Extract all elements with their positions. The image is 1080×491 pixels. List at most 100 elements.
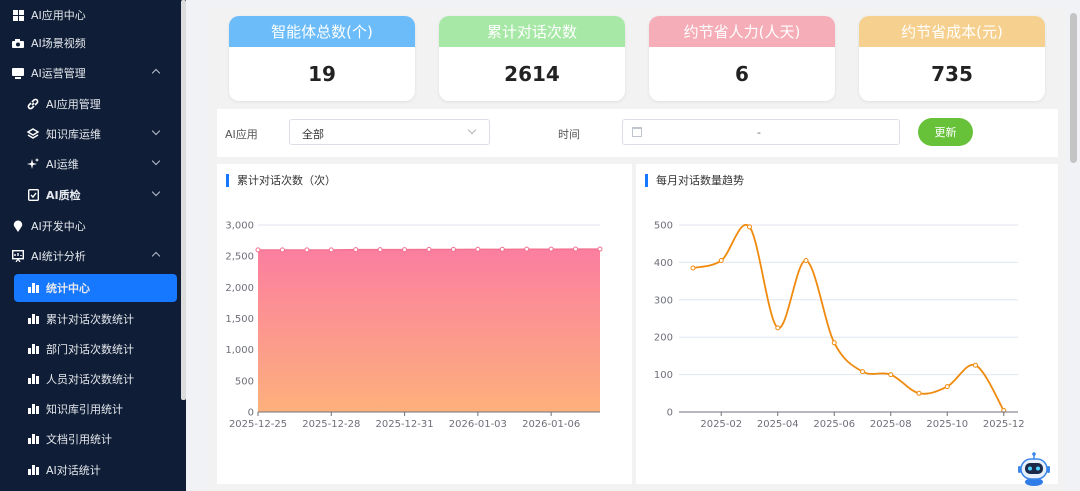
data-point — [690, 265, 696, 271]
y-tick-label: 0 — [667, 408, 673, 419]
x-tick-label: 2025-12 — [983, 419, 1025, 430]
assistant-robot-icon[interactable] — [1016, 451, 1052, 487]
data-point — [944, 384, 950, 390]
page-scrollbar[interactable] — [1070, 13, 1077, 163]
sidebar-item-ai-scene-video[interactable]: AI场景视频 — [0, 28, 181, 58]
stat-card-title: 约节省人力(人天) — [649, 16, 835, 47]
sidebar-item-personnel-stats[interactable]: 人员对话次数统计 — [0, 364, 181, 394]
sidebar-item-ai-app-center[interactable]: AI应用中心 — [0, 0, 181, 30]
y-tick-label: 500 — [654, 221, 673, 232]
sidebar-item-ai-quality[interactable]: AI质检 — [0, 180, 181, 210]
y-tick-label: 100 — [654, 370, 673, 381]
data-point — [718, 258, 724, 264]
bar-chart-icon — [26, 432, 40, 446]
data-point — [916, 390, 922, 396]
data-point — [304, 247, 310, 253]
stat-card-agents: 智能体总数(个) 19 — [229, 16, 415, 101]
sidebar-item-ai-app-management[interactable]: AI应用管理 — [0, 89, 181, 119]
location-icon — [11, 219, 25, 233]
bar-chart-icon — [26, 281, 40, 295]
data-point — [402, 247, 408, 253]
sidebar-item-label: AI运营管理 — [31, 67, 86, 80]
link-icon — [26, 97, 40, 111]
y-tick-label: 3,000 — [225, 221, 254, 232]
sidebar-item-ai-statistics[interactable]: AI统计分析 — [0, 241, 181, 271]
sidebar-item-ai-dialog-stats[interactable]: AI对话统计 — [0, 455, 181, 485]
chevron-down-icon — [467, 125, 477, 135]
data-point — [353, 247, 359, 253]
sidebar-item-label: 累计对话次数统计 — [46, 313, 134, 326]
grid-icon — [11, 8, 25, 22]
data-point — [499, 246, 505, 252]
series-line — [692, 223, 1005, 411]
sidebar-item-cumulative-stats[interactable]: 累计对话次数统计 — [0, 304, 181, 334]
stat-card-dialogs: 累计对话次数 2614 — [439, 16, 625, 101]
stat-card-title: 智能体总数(个) — [229, 16, 415, 47]
sidebar-item-ai-maintenance[interactable]: AI运维 — [0, 149, 181, 179]
sidebar-item-label: 知识库引用统计 — [46, 403, 123, 416]
cumulative-chart-panel: 累计对话次数（次） 0 500 1,000 1,500 2,000 2,500 3,000 2… — [217, 164, 632, 484]
y-tick-label: 200 — [654, 333, 673, 344]
date-separator: - — [757, 126, 761, 139]
sidebar: AI应用中心 AI场景视频 AI运营管理 AI应用管理 知识库运维 AI运维 A… — [0, 0, 186, 491]
data-point — [831, 340, 837, 346]
x-tick-label: 2025-06 — [813, 419, 855, 430]
app-select[interactable]: 全部 — [289, 119, 490, 145]
sidebar-item-label: AI应用中心 — [31, 9, 86, 22]
sidebar-item-label: 文档引用统计 — [46, 433, 112, 446]
x-tick-label: 2025-08 — [870, 419, 912, 430]
x-tick-label: 2025-12-28 — [302, 419, 360, 430]
data-point — [426, 246, 432, 252]
area-fill — [258, 249, 600, 412]
app-filter-label: AI应用 — [225, 128, 258, 141]
data-point — [328, 247, 334, 253]
time-filter-label: 时间 — [558, 128, 580, 141]
calendar-icon — [632, 127, 642, 137]
sparkle-icon — [26, 157, 40, 171]
data-point — [973, 362, 978, 368]
sidebar-item-label: AI对话统计 — [46, 464, 101, 477]
sidebar-item-department-stats[interactable]: 部门对话次数统计 — [0, 334, 181, 364]
stat-card-value: 6 — [735, 62, 749, 86]
x-tick-label: 2025-12-25 — [229, 419, 287, 430]
y-tick-label: 300 — [654, 295, 673, 306]
data-point — [860, 369, 865, 375]
check-doc-icon — [26, 188, 40, 202]
x-tick-label: 2025-04 — [757, 419, 799, 430]
y-tick-label: 1,000 — [225, 345, 254, 356]
sidebar-item-label: 部门对话次数统计 — [46, 343, 134, 356]
y-tick-label: 1,500 — [225, 314, 254, 325]
sidebar-item-document-citation-stats[interactable]: 文档引用统计 — [0, 424, 181, 454]
x-tick-label: 2026-01-06 — [522, 419, 580, 430]
sidebar-item-knowledge-citation-stats[interactable]: 知识库引用统计 — [0, 394, 181, 424]
chevron-down-icon — [151, 156, 161, 166]
sidebar-item-ai-operations[interactable]: AI运营管理 — [0, 58, 181, 88]
bar-chart-icon — [26, 402, 40, 416]
sidebar-item-ai-dev-center[interactable]: AI开发中心 — [0, 211, 181, 241]
cumulative-area-chart: 0 500 1,000 1,500 2,000 2,500 3,000 2025-12-25 2… — [225, 221, 603, 430]
x-tick-label: 2026-01-03 — [449, 419, 507, 430]
bar-chart-icon — [26, 312, 40, 326]
sidebar-item-knowledge-ops[interactable]: 知识库运维 — [0, 119, 181, 149]
monthly-line-chart: 0 100 200 300 400 500 2025-02 2025-04 2025-06 202… — [654, 221, 1025, 431]
sidebar-item-label: AI质检 — [46, 189, 81, 202]
data-point — [255, 247, 261, 253]
sidebar-item-label: 人员对话次数统计 — [46, 373, 134, 386]
bar-chart-icon — [26, 372, 40, 386]
bar-chart-icon — [26, 463, 40, 477]
date-range-picker[interactable]: - — [622, 119, 900, 145]
sidebar-item-label: 知识库运维 — [46, 128, 101, 141]
data-point — [803, 258, 809, 264]
data-point — [450, 246, 456, 252]
data-point — [377, 247, 383, 253]
data-point — [573, 246, 579, 252]
refresh-button[interactable]: 更新 — [918, 118, 973, 146]
main-content: 智能体总数(个) 19 累计对话次数 2614 约节省人力(人天) 6 约节省成… — [208, 7, 1066, 491]
sidebar-item-stat-center[interactable]: 统计中心 — [14, 274, 177, 302]
data-point — [597, 246, 603, 252]
sidebar-scrollbar[interactable] — [181, 0, 186, 400]
data-point — [548, 246, 554, 252]
chevron-up-icon — [151, 68, 161, 78]
chevron-up-icon — [151, 251, 161, 261]
stat-card-title: 累计对话次数 — [439, 16, 625, 47]
